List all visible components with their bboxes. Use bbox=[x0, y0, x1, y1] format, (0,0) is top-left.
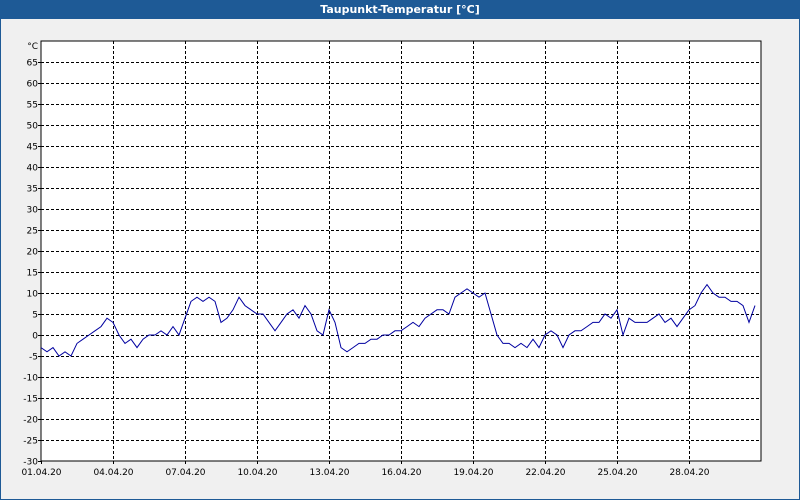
x-tick-label: 07.04.20 bbox=[165, 468, 205, 478]
x-tick-label: 25.04.20 bbox=[597, 468, 637, 478]
y-axis-unit-label: °C bbox=[27, 42, 38, 52]
x-tick-label: 01.04.20 bbox=[21, 468, 61, 478]
y-tick-label: -25 bbox=[23, 437, 38, 447]
y-tick-label: -5 bbox=[29, 353, 38, 363]
y-tick-label: 65 bbox=[27, 59, 38, 69]
x-tick-label: 10.04.20 bbox=[237, 468, 277, 478]
y-tick-label: 0 bbox=[32, 332, 38, 342]
y-tick-label: 10 bbox=[27, 290, 39, 300]
y-tick-label: 55 bbox=[27, 101, 38, 111]
x-tick-label: 13.04.20 bbox=[309, 468, 349, 478]
y-tick-label: -15 bbox=[23, 395, 38, 405]
x-tick-label: 28.04.20 bbox=[669, 468, 709, 478]
x-tick-label: 16.04.20 bbox=[381, 468, 421, 478]
y-tick-label: 5 bbox=[32, 311, 38, 321]
grid-lines bbox=[41, 41, 761, 461]
x-axis-ticks: 01.04.20 04.04.20 07.04.20 10.04.20 13.04.20… bbox=[21, 461, 710, 478]
x-tick-label: 19.04.20 bbox=[453, 468, 493, 478]
y-tick-label: 15 bbox=[27, 269, 38, 279]
y-tick-label: -20 bbox=[23, 416, 38, 426]
x-tick-label: 04.04.20 bbox=[93, 468, 133, 478]
y-tick-label: 40 bbox=[27, 164, 39, 174]
y-tick-label: 20 bbox=[27, 248, 39, 258]
x-tick-label: 22.04.20 bbox=[525, 468, 565, 478]
y-tick-label: 45 bbox=[27, 143, 38, 153]
y-tick-label: 35 bbox=[27, 185, 38, 195]
y-tick-label: -30 bbox=[23, 458, 38, 468]
y-tick-label: 50 bbox=[27, 122, 39, 132]
y-tick-label: 30 bbox=[27, 206, 39, 216]
window-title: Taupunkt-Temperatur [°C] bbox=[1, 1, 799, 19]
y-tick-label: 25 bbox=[27, 227, 38, 237]
chart-canvas: 65605550454035302520151050-5-10-15-20-25… bbox=[21, 40, 762, 478]
y-tick-label: 60 bbox=[27, 80, 39, 90]
y-axis-ticks: 65605550454035302520151050-5-10-15-20-25… bbox=[23, 59, 41, 468]
y-tick-label: -10 bbox=[23, 374, 38, 384]
chart-window: Taupunkt-Temperatur [°C] 65 60 55 50 45 40 35 3… bbox=[0, 0, 800, 500]
